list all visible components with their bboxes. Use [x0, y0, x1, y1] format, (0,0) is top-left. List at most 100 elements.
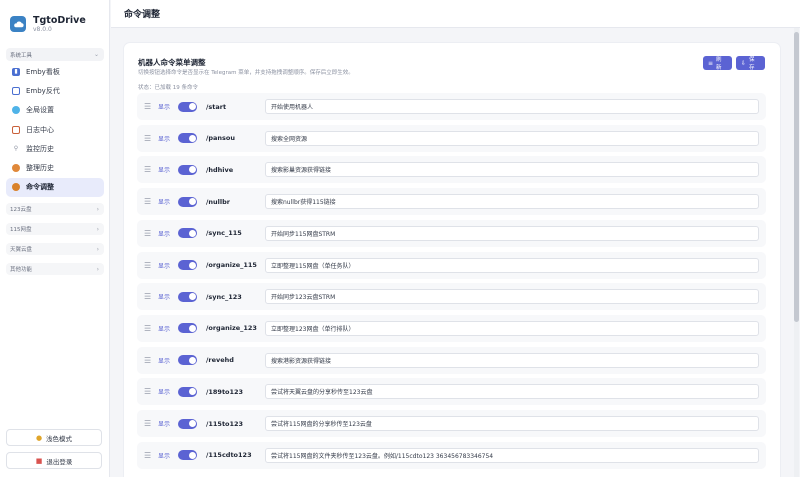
chevron-down-icon: ⌄ — [93, 51, 99, 58]
chevron-right-icon: › — [96, 205, 99, 213]
top-bar: 命令调整 — [111, 0, 800, 28]
monitor-icon: ⚲ — [13, 145, 19, 153]
command-row[interactable]: ☰ 显示/revehd 搜索港影资源获得链接 — [137, 346, 766, 374]
drag-handle-icon[interactable]: ☰ — [144, 387, 151, 396]
command-row[interactable]: ☰ 显示/start 开始使用机器人 — [137, 93, 766, 120]
show-toggle[interactable] — [178, 355, 197, 366]
command-row[interactable]: ☰ 显示/hdhive 搜索影巢资源获得链接 — [137, 156, 766, 184]
show-toggle[interactable] — [178, 386, 197, 397]
card-title: 机器人命令菜单调整 — [138, 58, 206, 67]
drag-handle-icon[interactable]: ☰ — [144, 102, 151, 111]
show-toggle[interactable] — [178, 228, 197, 239]
log-icon — [12, 125, 20, 134]
sidebar-item-organize-history[interactable]: 整理历史 — [6, 158, 104, 177]
group-label: 115网盘 — [10, 227, 32, 233]
drag-handle-icon[interactable]: ☰ — [144, 261, 151, 270]
logout-icon: ■ — [35, 456, 43, 465]
chevron-right-icon: › — [96, 265, 99, 273]
command-description-input[interactable]: 搜索港影资源获得链接 — [265, 352, 759, 368]
drag-handle-icon[interactable]: ☰ — [144, 165, 151, 174]
show-label: 显示 — [158, 104, 171, 111]
command-row[interactable]: ☰ 显示/organize_115 立即整理115网盘（单任务队） — [137, 251, 766, 279]
card-description: 切换按钮选择命令是否显示在 Telegram 菜单，并支持拖拽调整顺序。保存后立… — [138, 70, 354, 76]
drag-handle-icon[interactable]: ☰ — [144, 134, 151, 143]
command-description-input[interactable]: 开始同步123云盘STRM — [265, 289, 759, 305]
drag-handle-icon[interactable]: ☰ — [144, 197, 151, 206]
command-row[interactable]: ☰ 显示/115to123 尝试将115网盘的分享秒传至123云盘 — [137, 410, 766, 437]
command-row[interactable]: ☰ 显示/sync_123 开始同步123云盘STRM — [137, 283, 766, 311]
theme-toggle-label: 浅色模式 — [46, 434, 73, 443]
command-name: /sync_115 — [206, 229, 242, 238]
show-label: 显示 — [158, 135, 171, 143]
sidebar-item-log-center[interactable]: 日志中心 — [6, 120, 104, 139]
command-row[interactable]: ☰ 显示/pansou 搜索全网资源 — [137, 124, 766, 152]
sidebar-group-system-tools[interactable]: 系统工具 ⌄ — [6, 48, 104, 61]
history-icon — [12, 164, 20, 173]
app-name: TgtoDrive — [33, 14, 86, 26]
group-label: 天翼云盘 — [10, 247, 33, 253]
drag-handle-icon[interactable]: ☰ — [144, 229, 151, 238]
group-label: 123云盘 — [10, 207, 32, 213]
command-description-input[interactable]: 尝试将天翼云盘的分享秒传至123云盘 — [265, 384, 759, 400]
drag-handle-icon[interactable]: ☰ — [144, 292, 151, 301]
show-toggle[interactable] — [178, 196, 197, 207]
refresh-button[interactable]: ≡ 刷新 — [703, 56, 732, 71]
drag-handle-icon[interactable]: ☰ — [144, 324, 151, 333]
show-toggle[interactable] — [178, 101, 197, 112]
logout-button[interactable]: ■ 退出登录 — [6, 452, 102, 469]
sidebar-group-115[interactable]: 115网盘 › — [6, 223, 104, 235]
command-description-input[interactable]: 搜索全网资源 — [265, 130, 759, 146]
sidebar-item-label: Emby看板 — [26, 67, 60, 76]
command-description-input[interactable]: 尝试将115网盘的分享秒传至123云盘 — [265, 416, 759, 431]
logout-label: 退出登录 — [46, 457, 73, 466]
drag-handle-icon[interactable]: ☰ — [144, 356, 151, 365]
sidebar-item-global-settings[interactable]: 全局设置 — [6, 101, 104, 120]
command-description-input[interactable]: 开始同步115网盘STRM — [265, 225, 759, 241]
show-toggle[interactable] — [178, 133, 197, 144]
command-icon — [12, 183, 20, 192]
sidebar-group-tianyi[interactable]: 天翼云盘 › — [6, 243, 104, 255]
drag-handle-icon[interactable]: ☰ — [144, 419, 151, 428]
sidebar-group-other[interactable]: 其他功能 › — [6, 263, 104, 275]
sidebar-item-emby-proxy[interactable]: Emby反代 — [6, 81, 104, 100]
command-name: /115cdto123 — [206, 451, 252, 460]
show-toggle[interactable] — [178, 323, 197, 334]
command-row[interactable]: ☰ 显示/organize_123 立即整理123网盘（单行排队） — [137, 314, 766, 342]
command-description-input[interactable]: 开始使用机器人 — [265, 99, 759, 114]
sidebar-item-command-adjust[interactable]: 命令调整 — [6, 177, 104, 198]
sidebar-item-emby-dashboard[interactable]: ▮ Emby看板 — [6, 62, 104, 81]
command-row[interactable]: ☰ 显示/nullbr 搜索nullbr获得115链接 — [137, 188, 766, 216]
command-name: /start — [206, 102, 227, 111]
command-row[interactable]: ☰ 显示/sync_115 开始同步115网盘STRM — [137, 219, 766, 247]
sidebar-group-123[interactable]: 123云盘 › — [6, 203, 104, 215]
sun-icon: ● — [35, 433, 43, 442]
show-toggle[interactable] — [178, 164, 197, 175]
page-scrollbar-thumb[interactable] — [794, 32, 799, 322]
show-toggle[interactable] — [178, 450, 197, 461]
command-name: /189to123 — [206, 387, 244, 396]
save-button[interactable]: ⇩ 保存 — [736, 56, 765, 71]
theme-toggle-button[interactable]: ● 浅色模式 — [6, 429, 102, 446]
command-description-input[interactable]: 尝试将115网盘的文件夹秒传至123云盘。例如/115cdto123 36345… — [265, 447, 759, 463]
show-label: 显示 — [158, 262, 171, 270]
show-label: 显示 — [158, 452, 171, 460]
show-toggle[interactable] — [178, 291, 197, 302]
sidebar-item-monitor-history[interactable]: ⚲ 监控历史 — [6, 139, 104, 158]
command-description-input[interactable]: 搜索nullbr获得115链接 — [265, 194, 759, 210]
sidebar-item-label: 命令调整 — [26, 183, 54, 192]
command-description-input[interactable]: 立即整理115网盘（单任务队） — [265, 257, 759, 273]
page-title: 命令调整 — [124, 10, 161, 20]
command-description-input[interactable]: 搜索影巢资源获得链接 — [265, 162, 759, 178]
command-row[interactable]: ☰ 显示/115cdto123 尝试将115网盘的文件夹秒传至123云盘。例如/11… — [137, 441, 766, 469]
cloud-logo-icon — [10, 16, 26, 32]
command-row[interactable]: ☰ 显示/189to123 尝试将天翼云盘的分享秒传至123云盘 — [137, 378, 766, 406]
command-name: /revehd — [206, 356, 234, 365]
drag-handle-icon[interactable]: ☰ — [144, 451, 151, 460]
show-label: 显示 — [158, 167, 171, 175]
show-toggle[interactable] — [178, 418, 197, 429]
globe-icon — [12, 106, 20, 115]
command-description-input[interactable]: 立即整理123网盘（单行排队） — [265, 320, 759, 336]
sidebar-nav: ▮ Emby看板 Emby反代 全局设置 日志中心 ⚲ 监控历史 整理历史 命令… — [0, 62, 110, 198]
command-name: /organize_115 — [206, 261, 257, 269]
show-toggle[interactable] — [178, 260, 197, 270]
